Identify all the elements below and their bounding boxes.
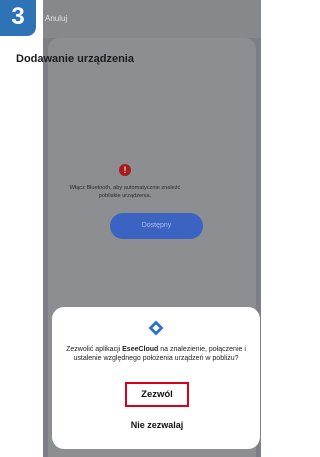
exclamation-circle-icon: ! bbox=[119, 164, 131, 176]
permission-message: Zezwolić aplikacji EseeCloud na znalezie… bbox=[66, 345, 246, 363]
app-name: EseeCloud bbox=[122, 346, 159, 353]
deny-button[interactable]: Nie zezwalaj bbox=[118, 418, 196, 432]
page-title: Dodawanie urządzenia bbox=[16, 53, 134, 65]
allow-button[interactable]: Zezwól bbox=[125, 382, 189, 407]
nearby-devices-icon bbox=[148, 320, 164, 336]
cancel-link[interactable]: Anuluj bbox=[45, 14, 67, 23]
top-bar: Anuluj bbox=[43, 0, 261, 38]
available-button[interactable]: Dostępny bbox=[110, 213, 203, 239]
bluetooth-message: Włącz Bluetooth, aby automatycznie znale… bbox=[69, 185, 181, 199]
message-before: Zezwolić aplikacji bbox=[66, 346, 123, 353]
step-number-badge: 3 bbox=[0, 0, 36, 36]
